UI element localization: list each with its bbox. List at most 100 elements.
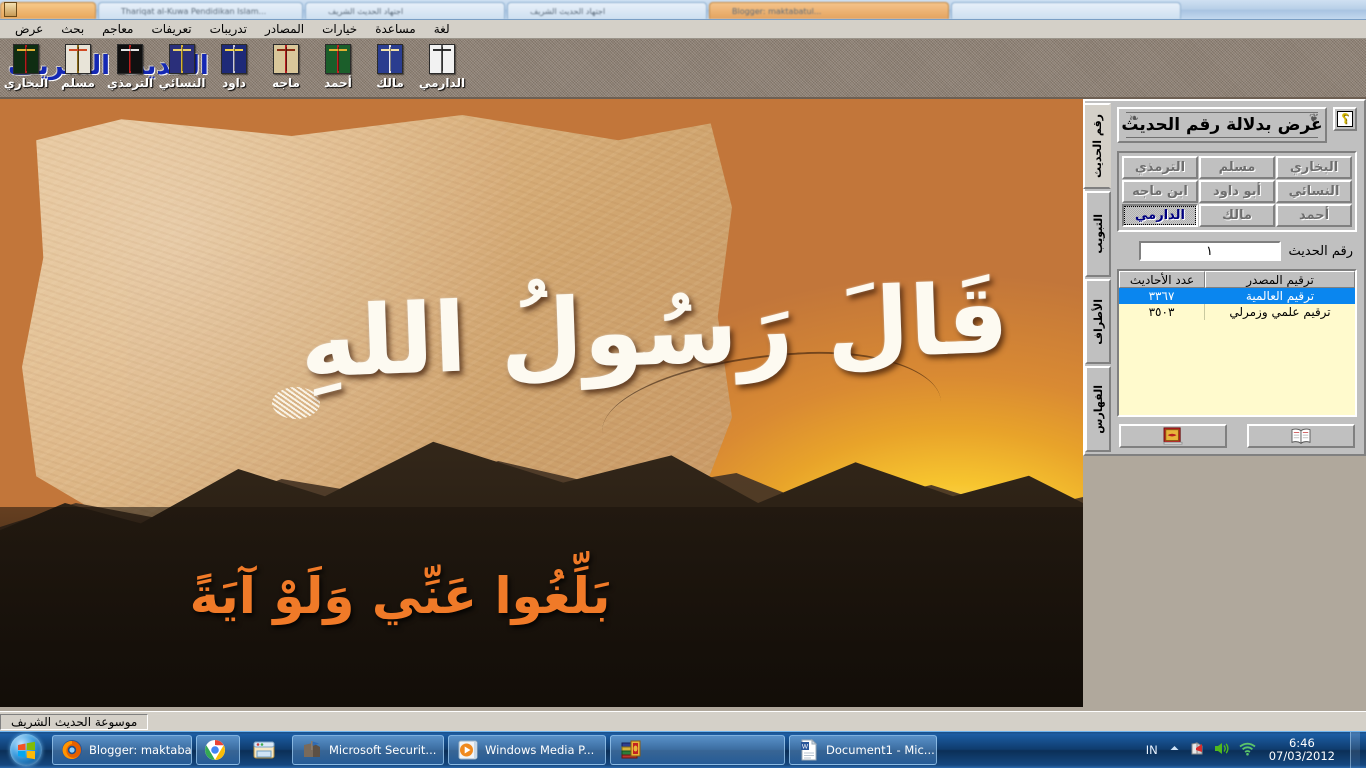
menu-bar: عرض بحث معاجم تعريفات تدريبات المصادر خي… <box>0 20 1366 39</box>
table-header-row: ترقيم المصدر عدد الأحاديث <box>1119 271 1355 288</box>
book-icon <box>377 44 403 74</box>
menu-language[interactable]: لغة <box>425 20 459 38</box>
taskbar-security-essentials[interactable]: Microsoft Securit... <box>292 735 444 765</box>
vtab-chapters[interactable]: التبويب <box>1085 190 1111 277</box>
menu-help[interactable]: مساعدة <box>366 20 425 38</box>
panel-title-row: ❦ ❧ عرض بدلالة رقم الحديث ؟ <box>1117 107 1357 143</box>
taskbar-explorer[interactable] <box>244 735 288 765</box>
menu-options[interactable]: خيارات <box>313 20 366 38</box>
source-abu-dawud[interactable]: أبو داود <box>1199 180 1275 203</box>
ornament-icon: ❦ <box>1308 111 1319 125</box>
source-bukhari[interactable]: البخاري <box>1276 156 1352 179</box>
media-player-icon <box>457 739 479 761</box>
toolbar-ahmad[interactable]: أحمد <box>312 42 364 90</box>
book-icon <box>169 44 195 74</box>
closed-book-icon <box>1163 427 1183 445</box>
source-tirmidhi[interactable]: الترمذي <box>1122 156 1198 179</box>
hadith-number-label: رقم الحديث <box>1288 243 1353 259</box>
cell-source: ترقيم علمي وزمرلي <box>1229 305 1331 319</box>
hadith-number-row: رقم الحديث <box>1117 241 1357 261</box>
cell-count: ٣٥٠٣ <box>1119 304 1205 320</box>
windows-logo-icon <box>10 734 42 766</box>
book-icon <box>65 44 91 74</box>
source-ibn-majah[interactable]: ابن ماجه <box>1122 180 1198 203</box>
volume-icon[interactable] <box>1214 741 1230 759</box>
background-browser-window[interactable]: Thariqat al-Kuwa Pendidikan Islam... اجت… <box>0 0 1366 20</box>
cell-count: ٣٣٦٧ <box>1119 288 1205 304</box>
menu-view[interactable]: عرض <box>6 20 52 38</box>
source-nasai[interactable]: النسائي <box>1276 180 1352 203</box>
toolbar-majah[interactable]: ماجه <box>260 42 312 90</box>
action-closed-book[interactable] <box>1119 424 1227 448</box>
security-essentials-icon <box>301 739 323 761</box>
source-darimi[interactable]: الدارمي <box>1122 204 1198 227</box>
word-icon: W <box>798 738 820 761</box>
menu-sources[interactable]: المصادر <box>256 20 313 38</box>
panel-content: ❦ ❧ عرض بدلالة رقم الحديث ؟ البخاري مسلم… <box>1111 101 1364 454</box>
browser-tab[interactable]: اجتهاد الحديث الشريف <box>507 2 707 19</box>
toolbar-malik[interactable]: مالك <box>364 42 416 90</box>
browser-tab[interactable]: Thariqat al-Kuwa Pendidikan Islam... <box>98 2 303 19</box>
toolbar-darimi[interactable]: الدارمي <box>416 42 468 90</box>
clock-date: 07/03/2012 <box>1268 749 1335 763</box>
screen-root: Thariqat al-Kuwa Pendidikan Islam... اجت… <box>0 0 1366 768</box>
chrome-icon <box>204 739 226 761</box>
menu-definitions[interactable]: تعريفات <box>142 20 200 38</box>
toolbar-label: أحمد <box>324 76 352 90</box>
source-ahmad[interactable]: أحمد <box>1276 204 1352 227</box>
firefox-icon <box>61 739 83 761</box>
column-header-count[interactable]: عدد الأحاديث <box>1119 271 1205 288</box>
book-toolbar: الحديث الشريف البخاري مسلم الترمذي النسا… <box>0 39 1366 99</box>
taskbar-label: Blogger: maktaba... <box>89 743 192 757</box>
taskbar-chrome[interactable] <box>196 735 240 765</box>
clock[interactable]: 6:46 07/03/2012 <box>1265 737 1341 763</box>
start-button[interactable] <box>2 733 50 768</box>
show-hidden-icons-arrow[interactable] <box>1169 743 1180 757</box>
help-button[interactable]: ؟ <box>1333 107 1357 131</box>
vtab-label: التبويب <box>1091 213 1105 254</box>
vtab-hadith-number[interactable]: رقم الحديث <box>1083 103 1111 189</box>
hadith-books-icon <box>619 739 641 761</box>
vtab-indexes[interactable]: الفهارس <box>1085 366 1111 452</box>
calligraphy-main-text: قَالَ رَسُولُ اللهِ <box>298 262 1011 400</box>
taskbar-media-player[interactable]: Windows Media P... <box>448 735 606 765</box>
book-icon <box>221 44 247 74</box>
browser-tab[interactable] <box>951 2 1181 19</box>
toolbar-label: داود <box>222 76 246 90</box>
windows-taskbar: Blogger: maktaba... Microsoft Securit...… <box>0 731 1366 768</box>
numbering-results-table[interactable]: ترقيم المصدر عدد الأحاديث ترقيم العالمية… <box>1117 269 1357 417</box>
menu-search[interactable]: بحث <box>52 20 93 38</box>
hadith-number-input[interactable] <box>1138 241 1281 261</box>
language-indicator[interactable]: IN <box>1144 743 1160 757</box>
menu-exercises[interactable]: تدريبات <box>201 20 256 38</box>
vtab-atraf[interactable]: الأطراف <box>1085 278 1111 365</box>
menu-dictionaries[interactable]: معاجم <box>93 20 142 38</box>
table-row[interactable]: ترقيم العالمية ٣٣٦٧ <box>1119 288 1355 304</box>
action-open-book[interactable] <box>1247 424 1355 448</box>
panel-action-buttons <box>1117 424 1357 448</box>
show-desktop-button[interactable] <box>1350 731 1360 768</box>
column-header-source[interactable]: ترقيم المصدر <box>1205 271 1355 288</box>
hadith-lookup-panel: ❦ ❧ عرض بدلالة رقم الحديث ؟ البخاري مسلم… <box>1083 99 1366 456</box>
book-icon <box>13 44 39 74</box>
status-bar: موسوعة الحديث الشريف <box>0 711 1366 731</box>
browser-tab[interactable]: Blogger: maktabatul... <box>709 2 949 19</box>
network-wifi-icon[interactable] <box>1239 742 1256 759</box>
toolbar-dawud[interactable]: داود <box>208 42 260 90</box>
sources-grid: البخاري مسلم الترمذي النسائي أبو داود اب… <box>1122 156 1352 227</box>
taskbar-firefox[interactable]: Blogger: maktaba... <box>52 735 192 765</box>
panel-vertical-tabs: رقم الحديث التبويب الأطراف الفهارس <box>1083 101 1111 454</box>
calligraphy-sub-text: بَلِّغُوا عَنِّي وَلَوْ آيَةً <box>189 567 611 625</box>
status-bar-text: موسوعة الحديث الشريف <box>0 713 149 730</box>
taskbar-hadith-app[interactable] <box>610 735 785 765</box>
toolbar-label: مالك <box>376 76 404 90</box>
app-body: قَالَ رَسُولُ اللهِ بَلِّغُوا عَنِّي وَل… <box>0 99 1366 731</box>
taskbar-word[interactable]: W Document1 - Mic... <box>789 735 937 765</box>
source-malik[interactable]: مالك <box>1199 204 1275 227</box>
security-shield-icon[interactable] <box>1189 741 1205 760</box>
vtab-label: الأطراف <box>1091 298 1105 345</box>
table-row[interactable]: ترقيم علمي وزمرلي ٣٥٠٣ <box>1119 304 1355 320</box>
hadith-encyclopedia-window: عرض بحث معاجم تعريفات تدريبات المصادر خي… <box>0 20 1366 731</box>
browser-tab[interactable]: اجتهاد الحديث الشريف <box>305 2 505 19</box>
source-muslim[interactable]: مسلم <box>1199 156 1275 179</box>
